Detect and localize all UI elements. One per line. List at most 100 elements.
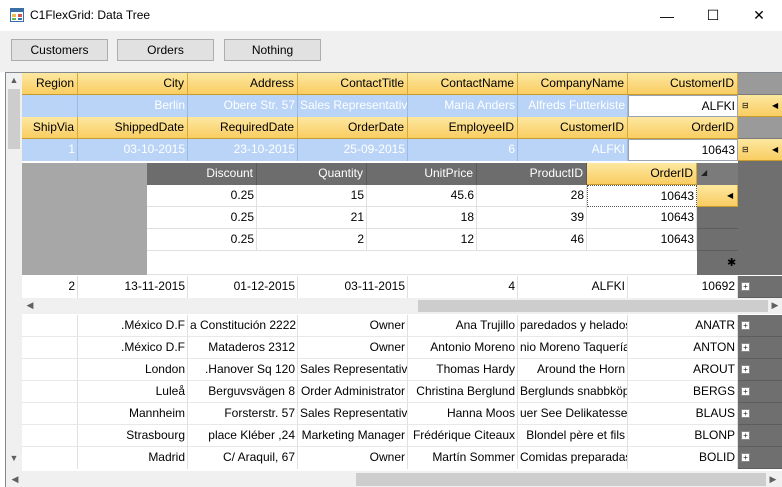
order-sel-shippeddate[interactable]: 03-10-2015 (78, 139, 188, 161)
cust-sel-contactname[interactable]: Maria Anders (408, 95, 518, 117)
order-row2-customerid[interactable]: ALFKI (518, 276, 628, 298)
detail-row1-discount[interactable]: 0.25 (147, 185, 257, 207)
cust-row-customerid[interactable]: ANTON (628, 337, 738, 359)
cust-row-region[interactable] (22, 425, 78, 447)
header-shippeddate[interactable]: ShippedDate (78, 117, 188, 139)
detail-row3-orderid[interactable]: 10643 (587, 229, 697, 251)
cust-row-contacttitle[interactable]: Owner (298, 447, 408, 469)
close-button[interactable]: ✕ (736, 0, 782, 31)
cust-row-city[interactable]: Strasbourg (78, 425, 188, 447)
header-contacttitle[interactable]: ContactTitle (298, 73, 408, 95)
header-orderid[interactable]: OrderID (628, 117, 738, 139)
cust-row-contacttitle[interactable]: Order Administrator (298, 381, 408, 403)
cust-row-region[interactable] (22, 315, 78, 337)
order-sel-orderdate[interactable]: 25-09-2015 (298, 139, 408, 161)
cust-sel-contacttitle[interactable]: Sales Representative (298, 95, 408, 117)
cust-row-contacttitle[interactable]: Marketing Manager (298, 425, 408, 447)
order-row2-shipvia[interactable]: 2 (22, 276, 78, 298)
detail-row1-productid[interactable]: 28 (477, 185, 587, 207)
detail-row2-discount[interactable]: 0.25 (147, 207, 257, 229)
header-companyname[interactable]: CompanyName (518, 73, 628, 95)
order-row2-requireddate[interactable]: 01-12-2015 (188, 276, 298, 298)
detail-row2-quantity[interactable]: 21 (257, 207, 367, 229)
header-requireddate[interactable]: RequiredDate (188, 117, 298, 139)
detail-row3-unitprice[interactable]: 12 (367, 229, 477, 251)
cust-row-address[interactable]: place Kléber ,24 (188, 425, 298, 447)
cust-row-address[interactable]: C/ Araquil, 67 (188, 447, 298, 469)
cust-row-indicator[interactable]: + (738, 381, 782, 403)
cust-row-city[interactable]: Madrid (78, 447, 188, 469)
cust-row-city[interactable]: Mannheim (78, 403, 188, 425)
header-city[interactable]: City (78, 73, 188, 95)
cust-row-contactname[interactable]: Christina Berglund (408, 381, 518, 403)
cust-row-indicator[interactable]: + (738, 425, 782, 447)
maximize-button[interactable]: ☐ (690, 0, 736, 31)
order-row2-indicator[interactable]: + (738, 276, 782, 298)
cust-row-city[interactable]: .México D.F (78, 315, 188, 337)
cust-row-address[interactable]: Mataderos 2312 (188, 337, 298, 359)
customers-button[interactable]: Customers (11, 39, 108, 61)
expand-plus-icon[interactable]: + (741, 282, 750, 291)
cust-row-contactname[interactable]: Ana Trujillo (408, 315, 518, 337)
cust-row-city[interactable]: .México D.F (78, 337, 188, 359)
order-sel-shipvia[interactable]: 1 (22, 139, 78, 161)
cust-row-companyname[interactable]: Comidas preparadas (518, 447, 628, 469)
nothing-button[interactable]: Nothing (224, 39, 321, 61)
cust-row-companyname[interactable]: paredados y helados (518, 315, 628, 337)
cust-row-companyname[interactable]: uer See Delikatessen (518, 403, 628, 425)
cust-sel-city[interactable]: Berlin (78, 95, 188, 117)
scroll-left-icon[interactable]: ◀ (8, 474, 22, 485)
cust-row-customerid[interactable]: ANATR (628, 315, 738, 337)
cust-row-region[interactable] (22, 403, 78, 425)
cust-sel-customerid[interactable]: ALFKI (628, 95, 738, 117)
cust-row-indicator[interactable]: + (738, 447, 782, 469)
header-contactname[interactable]: ContactName (408, 73, 518, 95)
header-customerid[interactable]: CustomerID (628, 73, 738, 95)
expand-plus-icon[interactable]: + (741, 387, 750, 396)
order-row2-orderid[interactable]: 10692 (628, 276, 738, 298)
order-sel-employeeid[interactable]: 6 (408, 139, 518, 161)
cust-row-customerid[interactable]: BOLID (628, 447, 738, 469)
order-sel-orderid[interactable]: 10643 (628, 139, 738, 161)
order-row2-shippeddate[interactable]: 13-11-2015 (78, 276, 188, 298)
expand-plus-icon[interactable]: + (741, 409, 750, 418)
cust-row-region[interactable] (22, 359, 78, 381)
cust-row-region[interactable] (22, 447, 78, 469)
cust-row-companyname[interactable]: nio Moreno Taquería (518, 337, 628, 359)
detail-new-row[interactable] (147, 251, 697, 275)
detail-row2-productid[interactable]: 39 (477, 207, 587, 229)
cust-row-companyname[interactable]: Berglunds snabbköp (518, 381, 628, 403)
order-sel-indicator[interactable]: ⊟ ◀ (738, 139, 782, 161)
scroll-up-icon[interactable]: ▲ (6, 75, 22, 85)
cust-row-customerid[interactable]: BLONP (628, 425, 738, 447)
order-row2-orderdate[interactable]: 03-11-2015 (298, 276, 408, 298)
main-horizontal-thumb[interactable] (356, 473, 766, 486)
header-address[interactable]: Address (188, 73, 298, 95)
cust-sel-address[interactable]: Obere Str. 57 (188, 95, 298, 117)
order-sel-requireddate[interactable]: 23-10-2015 (188, 139, 298, 161)
cust-row-indicator[interactable]: + (738, 403, 782, 425)
expand-plus-icon[interactable]: + (741, 321, 750, 330)
detail-header-unitprice[interactable]: UnitPrice (367, 163, 477, 185)
cust-row-contactname[interactable]: Hanna Moos (408, 403, 518, 425)
detail-header-quantity[interactable]: Quantity (257, 163, 367, 185)
collapse-minus-icon[interactable]: ⊟ (742, 139, 749, 160)
cust-row-city[interactable]: Luleå (78, 381, 188, 403)
cust-row-contacttitle[interactable]: Sales Representative (298, 403, 408, 425)
cust-row-contactname[interactable]: Thomas Hardy (408, 359, 518, 381)
detail-row1-unitprice[interactable]: 45.6 (367, 185, 477, 207)
cust-row-indicator[interactable]: + (738, 315, 782, 337)
cust-row-region[interactable] (22, 337, 78, 359)
cust-row-contactname[interactable]: Martín Sommer (408, 447, 518, 469)
header-orderdate[interactable]: OrderDate (298, 117, 408, 139)
expand-plus-icon[interactable]: + (741, 431, 750, 440)
order-horizontal-thumb[interactable] (418, 300, 768, 312)
header-order-customerid[interactable]: CustomerID (518, 117, 628, 139)
detail-row3-quantity[interactable]: 2 (257, 229, 367, 251)
order-row2-employeeid[interactable]: 4 (408, 276, 518, 298)
orders-button[interactable]: Orders (117, 39, 214, 61)
cust-row-region[interactable] (22, 381, 78, 403)
cust-row-address[interactable]: Berguvsvägen 8 (188, 381, 298, 403)
header-region[interactable]: Region (22, 73, 78, 95)
detail-row3-productid[interactable]: 46 (477, 229, 587, 251)
